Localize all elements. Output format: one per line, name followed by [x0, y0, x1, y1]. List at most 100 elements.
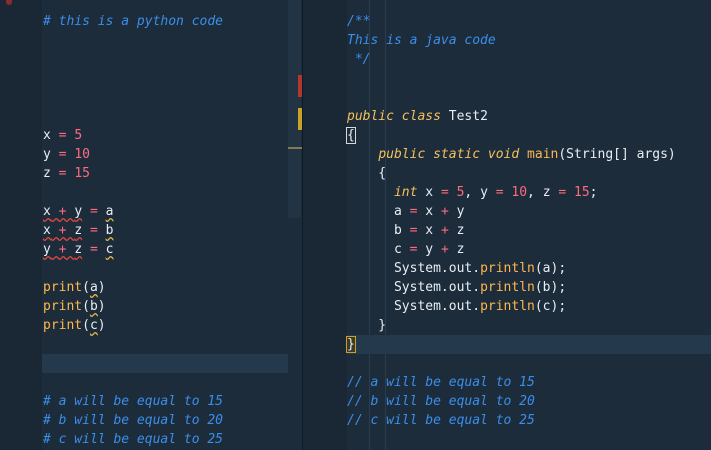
code-token: System.out. [347, 280, 481, 295]
code-token: ( [82, 299, 90, 314]
code-line[interactable]: System.out.println(c); [303, 297, 711, 316]
code-line[interactable] [0, 259, 302, 278]
code-line[interactable]: /** [303, 12, 711, 31]
code-token: print [43, 318, 83, 333]
code-token: c [105, 242, 114, 257]
code-line[interactable]: # b will be equal to 20 [0, 411, 302, 430]
code-line[interactable]: public class Test2 [303, 107, 711, 126]
python-code-area[interactable]: # this is a python code x = 5y = 10 z = 15… [0, 12, 302, 449]
code-token: a [347, 204, 410, 219]
code-line[interactable] [0, 354, 302, 373]
code-token: println [480, 299, 535, 314]
code-token: y [74, 204, 83, 219]
code-line[interactable] [303, 88, 711, 107]
code-line[interactable]: b = x + z [303, 221, 711, 240]
code-line[interactable]: print(a) [0, 278, 302, 297]
code-line[interactable]: // a will be equal to 15 [303, 373, 711, 392]
code-line[interactable]: This is a java code [303, 31, 711, 50]
code-line[interactable]: { [303, 164, 711, 183]
code-token: c [89, 318, 98, 333]
code-line[interactable] [303, 69, 711, 88]
code-token: , z [527, 185, 559, 200]
code-line[interactable]: x = 5 [0, 126, 302, 145]
code-token: x [43, 223, 51, 238]
code-token: y [43, 242, 51, 257]
code-line[interactable]: } [303, 316, 711, 335]
code-token: } [346, 336, 356, 353]
java-code-area[interactable]: /** This is a java code */ public class Te… [303, 12, 711, 430]
code-token: = [50, 147, 75, 162]
code-token: b [347, 223, 410, 238]
code-line[interactable]: { [303, 126, 711, 145]
code-line[interactable] [0, 183, 302, 202]
code-line[interactable]: // c will be equal to 25 [303, 411, 711, 430]
code-token: + [50, 242, 75, 257]
code-line[interactable] [0, 50, 302, 69]
code-token: class [401, 109, 441, 124]
java-editor-pane[interactable]: /** This is a java code */ public class Te… [303, 0, 711, 450]
code-token: static [433, 147, 481, 162]
code-line[interactable]: print(b) [0, 297, 302, 316]
code-token: = [82, 223, 106, 238]
code-token: x [417, 185, 441, 200]
code-token: ) [97, 280, 106, 295]
code-token: println [480, 280, 535, 295]
code-token: ( [82, 280, 90, 295]
code-line[interactable]: } [303, 335, 711, 354]
code-token: = [440, 185, 449, 200]
code-line[interactable]: */ [303, 50, 711, 69]
code-token: = [558, 185, 567, 200]
code-token: println [480, 261, 535, 276]
code-line[interactable]: // b will be equal to 20 [303, 392, 711, 411]
code-token: # b will be equal to 20 [43, 413, 224, 428]
code-line[interactable]: c = y + z [303, 240, 711, 259]
code-line[interactable]: # a will be equal to 15 [0, 392, 302, 411]
code-token: # this is a python code [43, 14, 224, 29]
code-token: = [50, 128, 75, 143]
code-line[interactable]: y + z = c [0, 240, 302, 259]
code-line[interactable]: System.out.println(a); [303, 259, 711, 278]
code-line[interactable]: y = 10 [0, 145, 302, 164]
code-token: (a); [534, 261, 567, 276]
code-token: 15 [574, 185, 590, 200]
code-token: (b); [534, 280, 567, 295]
code-line[interactable]: int x = 5, y = 10, z = 15; [303, 183, 711, 202]
code-token: # a will be equal to 15 [43, 394, 224, 409]
code-line[interactable] [0, 31, 302, 50]
code-token: This is a java code [347, 33, 496, 48]
code-line[interactable] [0, 69, 302, 88]
code-line[interactable]: System.out.println(b); [303, 278, 711, 297]
code-token: a [89, 280, 98, 295]
code-token: public [378, 147, 426, 162]
code-token: = [82, 204, 106, 219]
code-token: (c); [534, 299, 567, 314]
code-token: // c will be equal to 25 [347, 413, 535, 428]
code-token: x [43, 128, 51, 143]
code-token: ; [589, 185, 598, 200]
code-token: y [43, 147, 51, 162]
code-line[interactable]: z = 15 [0, 164, 302, 183]
code-line[interactable] [0, 107, 302, 126]
code-line[interactable]: a = x + y [303, 202, 711, 221]
code-line[interactable]: public static void main(String[] args) [303, 145, 711, 164]
code-token: 10 [511, 185, 528, 200]
code-line[interactable]: x + z = b [0, 221, 302, 240]
code-line[interactable]: # c will be equal to 25 [0, 430, 302, 449]
code-token: = [495, 185, 504, 200]
code-token: public [347, 109, 394, 124]
code-line[interactable]: x + y = a [0, 202, 302, 221]
code-line[interactable] [303, 354, 711, 373]
python-editor-pane[interactable]: # this is a python code x = 5y = 10 z = 15… [0, 0, 302, 450]
code-line[interactable]: # this is a python code [0, 12, 302, 31]
code-line[interactable]: print(c) [0, 316, 302, 335]
code-line[interactable] [0, 88, 302, 107]
code-line[interactable] [0, 373, 302, 392]
code-token: // a will be equal to 15 [347, 375, 535, 390]
code-line[interactable] [0, 335, 302, 354]
code-token: // b will be equal to 20 [347, 394, 535, 409]
code-token: 5 [74, 128, 83, 143]
code-token: } [347, 318, 387, 333]
